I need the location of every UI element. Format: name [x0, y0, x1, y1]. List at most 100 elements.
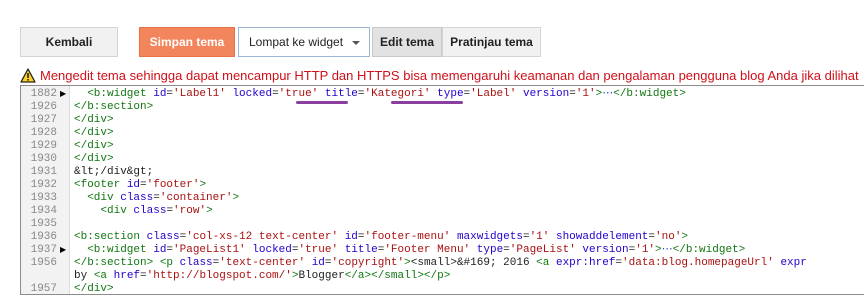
preview-theme-button[interactable]: Pratinjau tema	[442, 27, 541, 57]
code-line[interactable]: 1882 ▶ <b:widget id='Label1' locked='true…	[21, 88, 864, 101]
code-token: >	[404, 257, 411, 269]
line-number: 1957	[30, 283, 57, 295]
fold-arrow-icon[interactable]: ▶	[60, 88, 66, 101]
code-text: <b:widget id='Label1' locked='true' titl…	[74, 88, 686, 101]
code-line[interactable]: 1935	[21, 218, 864, 231]
code-token: 'copyright'	[331, 257, 405, 269]
code-line[interactable]: 1932 <footer id='footer'>	[21, 179, 864, 192]
line-number: 1931	[30, 166, 57, 178]
code-token: 'row'	[173, 205, 207, 217]
code-token: >	[206, 205, 213, 217]
code-token: ⋯	[602, 88, 614, 100]
code-token: 'true'	[298, 244, 339, 256]
line-number: 1933	[30, 192, 57, 204]
code-token: ⋯	[661, 244, 673, 256]
code-token: maxwidgets	[456, 231, 523, 243]
code-line[interactable]: 1930 </div>	[21, 153, 864, 166]
code-token: =	[503, 244, 510, 256]
code-line[interactable]: 1928 </div>	[21, 127, 864, 140]
code-token: 'col-xs-12 text-center'	[186, 231, 339, 243]
code-token: <p	[159, 257, 180, 269]
code-token: title	[344, 244, 378, 256]
code-text: </b:section> <p class='text-center' id='…	[74, 257, 807, 270]
code-text: </div>	[74, 127, 114, 140]
preview-theme-label: Pratinjau tema	[450, 35, 533, 49]
code-token: 'footer-menu'	[364, 231, 451, 243]
code-text: <b:section class = 'col-xs-12 text-center'…	[74, 231, 688, 244]
code-token: </div>	[74, 140, 114, 152]
code-token: =	[153, 192, 160, 204]
code-token: =	[522, 231, 530, 243]
edit-theme-label: Edit tema	[379, 35, 434, 49]
code-token: Blogger	[298, 270, 345, 282]
code-line[interactable]: 1931 &lt;/div&gt;	[21, 166, 864, 179]
code-token: class	[146, 231, 180, 243]
code-line[interactable]: 1936 <b:section class = 'col-xs-12 text-cen…	[21, 231, 864, 244]
code-token: <b:widget	[87, 244, 154, 256]
code-token: </b:widget>	[672, 244, 746, 256]
save-theme-button[interactable]: Simpan tema	[139, 27, 235, 57]
line-number: 1929	[30, 140, 57, 152]
code-token: 'PageList1'	[173, 244, 246, 256]
line-number: 1928	[30, 127, 57, 139]
code-token: 'Footer Menu'	[384, 244, 471, 256]
code-token: =	[569, 88, 576, 100]
highlight-underline-true	[296, 101, 348, 104]
code-token: version	[522, 88, 570, 100]
code-token: </div>	[74, 114, 114, 126]
code-token: class	[120, 192, 154, 204]
code-text: </div>	[74, 140, 114, 153]
code-token: =	[140, 179, 147, 191]
code-line[interactable]: 1934 <div class='row'>	[21, 205, 864, 218]
code-token: <small>&#169; 2016	[410, 257, 537, 269]
code-line[interactable]: 1929 </div>	[21, 140, 864, 153]
highlight-underline-kategori	[391, 101, 463, 104]
code-line[interactable]: 1927 </div>	[21, 114, 864, 127]
code-text: <footer id='footer'>	[74, 179, 206, 192]
code-token: <div	[87, 192, 121, 204]
fold-arrow-icon[interactable]: ▶	[60, 244, 66, 257]
line-number: 1882	[30, 88, 57, 100]
code-text: by <a href='http://blogspot.com/'>Blogge…	[74, 270, 450, 283]
code-text: <b:widget id='PageList1' locked='true' t…	[74, 244, 745, 257]
code-editor[interactable]: 1882 ▶ <b:widget id='Label1' locked='true…	[20, 85, 864, 295]
code-token: href	[113, 270, 141, 282]
edit-theme-button[interactable]: Edit tema	[372, 27, 442, 57]
code-line[interactable]: 1957 </div>	[21, 283, 864, 295]
warning-icon	[20, 67, 36, 83]
code-token: id	[126, 179, 141, 191]
jump-to-widget-dropdown[interactable]: Lompat ke widget	[238, 27, 370, 57]
code-token: =	[324, 257, 332, 269]
code-token: '1'	[529, 231, 550, 243]
line-number: 1927	[30, 114, 57, 126]
code-text: <div class='row'>	[74, 205, 213, 218]
code-token: =	[357, 231, 365, 243]
code-token: locked	[232, 88, 273, 100]
code-token: title	[324, 88, 358, 100]
code-text: <div class='container'>	[74, 192, 239, 205]
code-token: type	[476, 244, 504, 256]
code-token: '1'	[575, 88, 596, 100]
code-line[interactable]: by <a href='http://blogspot.com/'>Blogge…	[21, 270, 864, 283]
code-token: =	[272, 88, 279, 100]
code-token: '1'	[635, 244, 656, 256]
code-token: 'data:blog.homepageUrl'	[622, 257, 774, 269]
code-line[interactable]: 1956 </b:section> <p class='text-center' …	[21, 257, 864, 270]
code-token: >	[199, 179, 207, 191]
jump-to-widget-label: Lompat ke widget	[249, 35, 344, 49]
code-line[interactable]: 1937 ▶ <b:widget id='PageList1' locked='t…	[21, 244, 864, 257]
code-text: </div>	[74, 283, 114, 294]
code-token: <b:section	[74, 231, 147, 243]
back-button[interactable]: Kembali	[20, 27, 118, 57]
code-token: <div	[100, 205, 134, 217]
code-line[interactable]: 1933 <div class='container'>	[21, 192, 864, 205]
